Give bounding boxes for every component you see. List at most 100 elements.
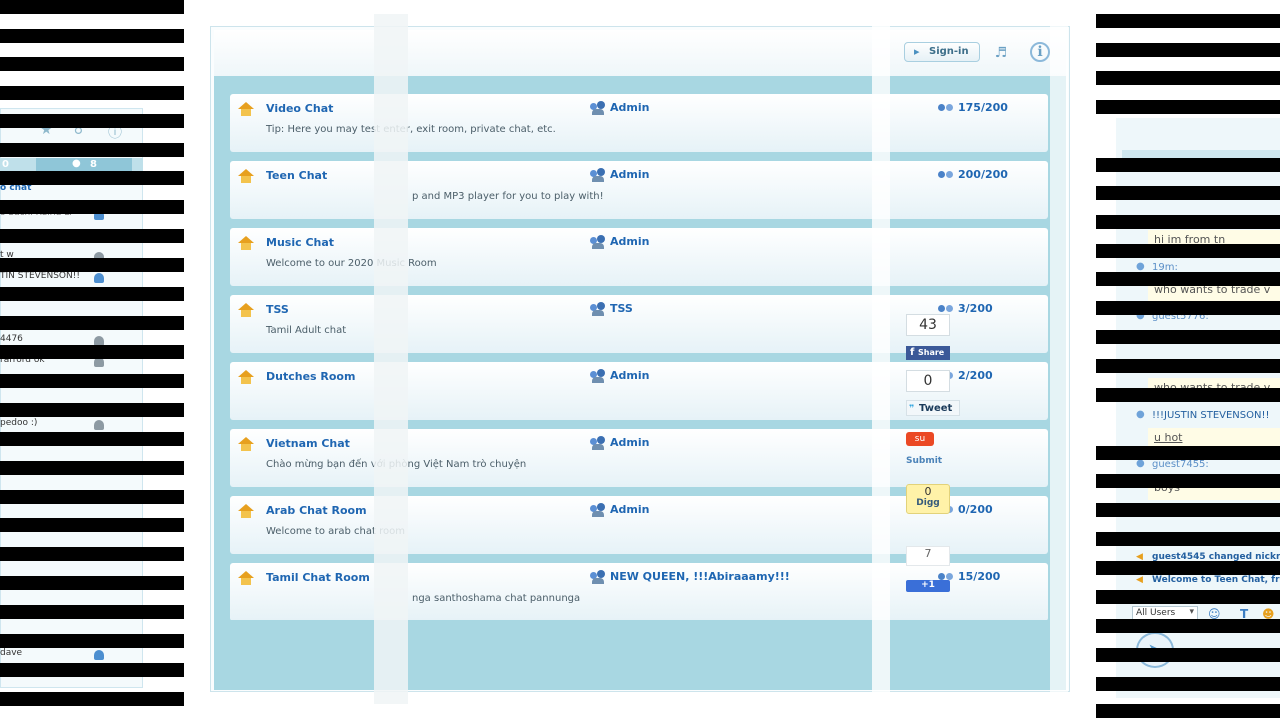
stripe-bar	[1096, 272, 1280, 286]
stripe-bar	[1096, 704, 1280, 718]
room-card[interactable]: Teen Chat p and MP3 player for you to pl…	[230, 161, 1048, 219]
chat-author[interactable]: !!!JUSTIN STEVENSON!!	[1136, 409, 1270, 421]
google-plus-count: 7	[906, 546, 950, 566]
tweet-label: Tweet	[919, 403, 953, 414]
room-list-bar	[214, 76, 1066, 90]
room-name[interactable]: Video Chat	[266, 102, 333, 115]
room-name[interactable]: TSS	[266, 303, 289, 316]
room-link[interactable]: o chat	[0, 183, 120, 197]
room-owner-name: Admin	[610, 101, 650, 114]
facebook-share-count: 43	[906, 314, 950, 336]
stripe-bar	[0, 518, 184, 532]
stripe-bar	[0, 576, 184, 590]
room-name[interactable]: Dutches Room	[266, 370, 355, 383]
stripe-bar	[1096, 503, 1280, 517]
stripe-bar	[0, 229, 184, 243]
room-name[interactable]: Tamil Chat Room	[266, 571, 370, 584]
chat-author[interactable]: guest7455:	[1136, 458, 1209, 470]
house-icon	[238, 504, 254, 518]
room-owner[interactable]: Admin	[590, 503, 650, 517]
room-owner[interactable]: Admin	[590, 101, 650, 115]
owner-icon	[590, 436, 606, 450]
room-count-value: 200/200	[958, 168, 1008, 181]
stripe-bar	[1096, 561, 1280, 575]
user-name: dave	[0, 648, 23, 658]
google-plus-button[interactable]: +1	[906, 580, 950, 592]
stripe-bar	[1096, 186, 1280, 200]
owner-icon	[590, 235, 606, 249]
room-card[interactable]: Tamil Chat Room nga santhoshama chat pan…	[230, 563, 1048, 621]
room-row[interactable]: Teen Chat p and MP3 player for you to pl…	[214, 157, 1066, 224]
sign-in-label: Sign-in	[929, 46, 969, 57]
stripe-bar	[1096, 158, 1280, 172]
room-count-value: 15/200	[958, 570, 1001, 583]
digg-label: Digg	[916, 498, 940, 508]
user-row[interactable]: dave	[0, 648, 120, 662]
glitch-band	[374, 14, 408, 704]
stripe-bar	[0, 316, 184, 330]
sign-in-button[interactable]: Sign-in	[904, 42, 980, 62]
user-name: pedoo :)	[0, 418, 38, 428]
stumbleupon-icon[interactable]: su	[906, 432, 934, 446]
sound-icon[interactable]: ♬	[990, 42, 1012, 64]
room-owner[interactable]: Admin	[590, 235, 649, 249]
user-name: 4476	[0, 334, 23, 344]
stumbleupon-submit-button[interactable]: Submit	[906, 456, 942, 466]
user-avatar-icon	[94, 420, 104, 430]
user-list-panel: ★ ☌ ⓘ 0 ● 8 o chat o Sachi Ruiria Li t w…	[0, 0, 184, 720]
room-row[interactable]: Tamil Chat Room nga santhoshama chat pan…	[214, 559, 1066, 626]
stripe-bar	[0, 57, 184, 71]
users-filter-value: All Users	[1136, 608, 1176, 618]
digg-button[interactable]: 0 Digg	[906, 484, 950, 514]
glitch-band	[872, 14, 890, 704]
stripe-bar	[1096, 301, 1280, 315]
owner-icon	[590, 570, 606, 584]
room-row[interactable]: Music Chat Welcome to our 2020 Music Roo…	[214, 224, 1066, 291]
room-owner[interactable]: Admin	[590, 168, 650, 182]
stripe-bar	[0, 171, 184, 185]
glitch-band	[1050, 14, 1068, 704]
room-card[interactable]: Music Chat Welcome to our 2020 Music Roo…	[230, 228, 1048, 286]
tweet-button[interactable]: Tweet	[906, 400, 960, 417]
stripe-bar	[0, 374, 184, 388]
room-description: Tip: Here you may test enter, exit room,…	[266, 124, 556, 135]
room-owner-name: NEW QUEEN, !!!Abiraaamy!!!	[610, 570, 790, 583]
stripe-bar	[0, 200, 184, 214]
stripe-bar	[1096, 446, 1280, 460]
room-owner[interactable]: TSS	[590, 302, 633, 316]
room-card[interactable]: Video Chat Tip: Here you may test enter,…	[230, 94, 1048, 152]
room-name[interactable]: Arab Chat Room	[266, 504, 367, 517]
owner-icon	[590, 503, 606, 517]
room-owner-name: TSS	[610, 302, 633, 315]
room-name[interactable]: Teen Chat	[266, 169, 327, 182]
house-icon	[238, 303, 254, 317]
stripe-bar	[0, 547, 184, 561]
user-row[interactable]: pedoo :)	[0, 418, 120, 432]
user-row[interactable]: TIN STEVENSON!!	[0, 271, 120, 285]
room-owner[interactable]: NEW QUEEN, !!!Abiraaamy!!!	[590, 570, 790, 584]
stripe-bar	[0, 490, 184, 504]
room-description: p and MP3 player for you to play with!	[412, 191, 604, 202]
room-owner-name: Admin	[610, 168, 650, 181]
room-list-footer	[214, 620, 1066, 690]
stripe-bar	[0, 634, 184, 648]
room-owner-name: Admin	[610, 503, 650, 516]
stripe-bar	[1096, 215, 1280, 229]
user-name: TIN STEVENSON!!	[0, 271, 80, 281]
stripe-bar	[1096, 330, 1280, 344]
owner-icon	[590, 302, 606, 316]
facebook-share-button[interactable]: Share	[906, 346, 950, 360]
stripe-bar	[1096, 14, 1280, 28]
room-count-value: 0/200	[958, 503, 993, 516]
stripe-bar	[0, 143, 184, 157]
stripe-bar	[0, 0, 184, 14]
online-count[interactable]: 0	[2, 159, 9, 170]
facebook-share-label: Share	[918, 348, 945, 357]
info-icon[interactable]: ℹ	[1030, 42, 1050, 62]
room-row[interactable]: Video Chat Tip: Here you may test enter,…	[214, 90, 1066, 157]
room-name[interactable]: Music Chat	[266, 236, 334, 249]
room-owner[interactable]: Admin	[590, 436, 649, 450]
room-owner[interactable]: Admin	[590, 369, 649, 383]
room-description: Tamil Adult chat	[266, 325, 347, 336]
room-name[interactable]: Vietnam Chat	[266, 437, 350, 450]
